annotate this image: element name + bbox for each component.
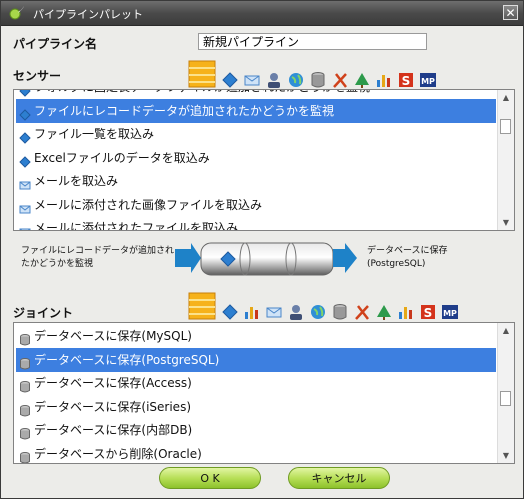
joint-list-item-label: データベースから削除(Oracle) [34,446,202,461]
user-icon[interactable] [287,303,305,321]
tools-icon[interactable] [353,303,371,321]
globe-icon[interactable] [287,71,305,89]
window-title: パイプラインパレット [33,8,143,21]
scroll-down-arrow-icon[interactable]: ▼ [498,215,514,230]
mp-icon[interactable]: MP [419,71,437,89]
pipeline-icon[interactable] [187,59,217,89]
diamond-icon[interactable] [221,303,239,321]
scroll-thumb[interactable] [500,391,511,406]
title-bar[interactable]: パイプラインパレット ✕ [1,1,523,26]
sensor-list-item[interactable]: メールに添付されたファイルを取込み [16,216,496,231]
diamond-icon[interactable] [221,71,239,89]
pipeline-app-icon [9,6,24,20]
sensor-list-item-label: フォルダに固定長データファイルが追加されたかどうかを監視 [34,90,370,94]
database-icon [19,330,31,346]
joint-list-item-label: データベースに保存(iSeries) [34,399,192,414]
scroll-down-arrow-icon[interactable]: ▼ [498,448,514,463]
database-icon [19,354,31,369]
sensor-list-item[interactable]: ファイルにレコードデータが追加されたかどうかを監視 [16,98,496,123]
database-icon [19,448,31,463]
joint-list-scrollbar[interactable]: ▲ ▼ [497,323,514,463]
sensor-list-item-label: メールに添付されたファイルを取込み [34,221,239,231]
pipeline-name-label: パイプライン名 [13,37,98,51]
cancel-button[interactable]: キャンセル [288,467,390,489]
svg-text:MP: MP [421,77,435,86]
database-icon [19,424,31,440]
sensor-list-scrollbar[interactable]: ▲ ▼ [497,90,514,230]
joint-label: ジョイント [13,306,74,320]
joint-list-item[interactable]: データベースに保存(内部DB) [16,418,496,442]
joint-list-item-label: データベースに保存(PostgreSQL) [34,352,220,367]
close-button[interactable]: ✕ [503,5,518,20]
pipeline-icon[interactable] [187,291,217,321]
svg-text:S: S [402,74,411,88]
scroll-up-arrow-icon[interactable]: ▲ [498,323,514,338]
envelope-icon [19,222,31,230]
envelope-icon[interactable] [265,303,283,321]
mp-icon[interactable]: MP [441,303,459,321]
pipeline-palette-window: パイプラインパレット ✕ パイプライン名 センサー S MP メールに添付されたフ… [0,0,524,499]
joint-list-item[interactable]: データベースに保存(iSeries) [16,395,496,419]
user-icon[interactable] [265,71,283,89]
scroll-up-arrow-icon[interactable]: ▲ [498,90,514,105]
database-icon [19,377,31,393]
tools-icon[interactable] [331,71,349,89]
joint-list-item-label: データベースに保存(Access) [34,376,192,390]
flow-target-label: データベースに保存 (PostgreSQL) [367,246,448,269]
pipe-graphic [175,242,357,276]
pipeline-name-input[interactable] [198,33,427,50]
sensor-list[interactable]: メールに添付されたファイルを取込み メールに添付された画像ファイルを取込み メールを… [13,89,515,231]
s-icon[interactable]: S [397,71,415,89]
sensor-list-item[interactable]: Excelファイルのデータを取込み [16,146,496,170]
sensor-list-item-label: メールに添付された画像ファイルを取込み [34,197,263,212]
flow-in-arrow-icon [175,243,201,273]
joint-list-item-label: データベースに保存(MySQL) [34,329,192,343]
joint-list-item[interactable]: データベースに保存(Access) [16,371,496,395]
diamond-icon [19,90,31,97]
svg-text:S: S [424,306,433,320]
sensor-list-item[interactable]: メールに添付された画像ファイルを取込み [16,193,496,217]
tree-icon[interactable] [353,71,371,89]
s-icon[interactable]: S [419,303,437,321]
joint-list-item[interactable]: データベースに保存(MySQL) [16,324,496,348]
database-icon[interactable] [309,71,327,89]
ok-button[interactable]: O K [159,467,261,489]
sensor-list-item-label: Excelファイルのデータを取込み [34,150,210,165]
diamond-icon [19,105,31,121]
flow-source-label: ファイルにレコードデータが追加され たかどうかを監視 [21,246,175,269]
database-icon[interactable] [331,303,349,321]
envelope-icon[interactable] [243,71,261,89]
diamond-icon [19,152,31,168]
sensor-category-bar: S MP [187,59,441,89]
diamond-icon [19,128,31,144]
joint-list-item[interactable]: データベースに保存(PostgreSQL) [16,347,496,372]
joint-category-bar: S MP [187,291,463,321]
joint-list[interactable]: データベースから削除(Oracle) データベースに保存(内部DB) データベースに… [13,322,515,464]
joint-list-item[interactable]: データベースから削除(Oracle) [16,442,496,464]
joint-list-item-label: データベースに保存(内部DB) [34,423,193,437]
sensor-list-item-label: ファイル一覧を取込み [34,127,155,141]
flow-out-arrow-icon [333,243,357,273]
chart-icon[interactable] [375,71,393,89]
database-icon [19,401,31,416]
sensor-list-item[interactable]: フォルダに固定長データファイルが追加されたかどうかを監視 [16,90,496,99]
envelope-icon [19,199,31,213]
svg-text:MP: MP [443,309,457,318]
chart-icon[interactable] [397,303,415,321]
chart-icon[interactable] [243,303,261,321]
sensor-list-item[interactable]: ファイル一覧を取込み [16,122,496,146]
tree-icon[interactable] [375,303,393,321]
sensor-list-item-label: メールを取込み [34,174,119,188]
envelope-icon [19,175,31,190]
globe-icon[interactable] [309,303,327,321]
sensor-label: センサー [13,69,62,83]
scroll-thumb[interactable] [500,119,511,134]
sensor-list-item-label: ファイルにレコードデータが追加されたかどうかを監視 [34,103,335,118]
sensor-list-item[interactable]: メールを取込み [16,169,496,193]
